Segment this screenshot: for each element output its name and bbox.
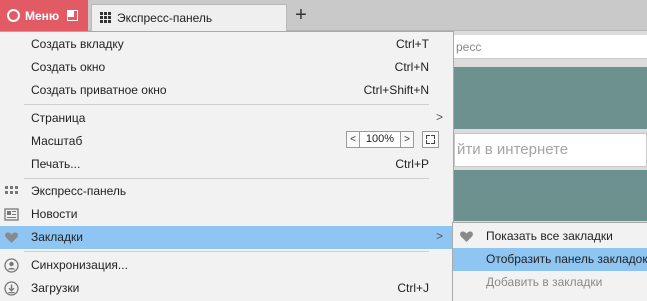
submenu-item-label: Отобразить панель закладок [486,252,647,266]
menu-item-speed-dial[interactable]: Экспресс-панель [0,180,453,203]
submenu-item-show-bookmarks-bar[interactable]: Отобразить панель закладок [453,248,647,271]
menu-item-page[interactable]: Страница > [0,107,453,130]
menu-item-shortcut: Ctrl+N [394,60,429,74]
menu-button-label: Меню [25,8,60,23]
menu-item-label: Загрузки [31,281,80,295]
submenu-item-label: Показать все закладки [486,229,613,243]
menu-item-label: Создать окно [31,60,106,74]
zoom-out-button[interactable]: < [346,131,360,148]
menu-separator [24,104,429,105]
chevron-right-icon: > [435,229,443,243]
menu-item-shortcut: Ctrl+Shift+N [363,83,429,97]
menu-item-downloads[interactable]: Загрузки Ctrl+J [0,277,453,300]
tab-title: Экспресс-панель [117,11,213,25]
fullscreen-icon[interactable] [422,131,439,148]
menu-item-new-tab[interactable]: Создать вкладку Ctrl+T [0,33,453,56]
main-menu: Создать вкладку Ctrl+T Создать окно Ctrl… [0,31,454,301]
tab-bar: Меню Экспресс-панель + [0,0,647,31]
download-icon [4,281,19,296]
menu-item-label: Закладки [31,230,83,244]
speed-dial-area [454,170,647,221]
menu-item-shortcut: Ctrl+J [397,281,429,295]
tab-speed-dial[interactable]: Экспресс-панель [91,4,287,31]
person-icon [4,258,19,273]
menu-item-label: Новости [31,207,78,221]
menu-item-news[interactable]: Новости [0,203,453,226]
submenu-item-label: Добавить в закладки [486,275,603,289]
menu-item-label: Масштаб [31,134,83,148]
opera-logo-icon [7,9,20,22]
menu-item-label: Синхронизация... [31,258,128,272]
bookmarks-submenu: Показать все закладки Отобразить панель … [452,222,647,301]
submenu-item-add-bookmark: Добавить в закладки [453,271,647,294]
zoom-value: 100% [360,131,400,148]
speed-dial-icon [100,12,112,24]
menu-separator [24,178,429,179]
new-tab-button[interactable]: + [292,5,310,25]
menu-item-label: Экспресс-панель [31,184,127,198]
menu-item-sync[interactable]: Синхронизация... [0,254,453,277]
opera-menu-button[interactable]: Меню [0,0,88,31]
menu-separator [24,251,429,252]
menu-item-new-window[interactable]: Создать окно Ctrl+N [0,56,453,79]
zoom-in-button[interactable]: > [400,131,414,148]
address-bar[interactable]: ресс [454,35,647,59]
submenu-item-show-all-bookmarks[interactable]: Показать все закладки [453,225,647,248]
menu-item-label: Страница [31,111,86,125]
heart-icon [459,229,474,244]
menu-item-label: Печать... [31,157,81,171]
menu-item-bookmarks[interactable]: Закладки > [0,226,453,249]
search-input[interactable]: йти в интернете [454,133,647,167]
menu-item-label: Создать приватное окно [31,83,167,97]
menu-item-shortcut: Ctrl+T [396,37,429,51]
news-icon [4,207,19,222]
heart-icon [4,230,19,245]
chevron-right-icon: > [435,110,443,124]
menu-item-print[interactable]: Печать... Ctrl+P [0,153,453,176]
zoom-control: < 100% > [346,131,439,148]
speed-dial-icon [4,184,19,199]
speed-dial-header [454,67,647,129]
flag-icon[interactable] [67,10,79,21]
menu-item-label: Создать вкладку [31,37,124,51]
menu-item-zoom: Масштаб < 100% > [0,130,453,153]
menu-item-private-window[interactable]: Создать приватное окно Ctrl+Shift+N [0,79,453,102]
menu-item-shortcut: Ctrl+P [395,157,429,171]
